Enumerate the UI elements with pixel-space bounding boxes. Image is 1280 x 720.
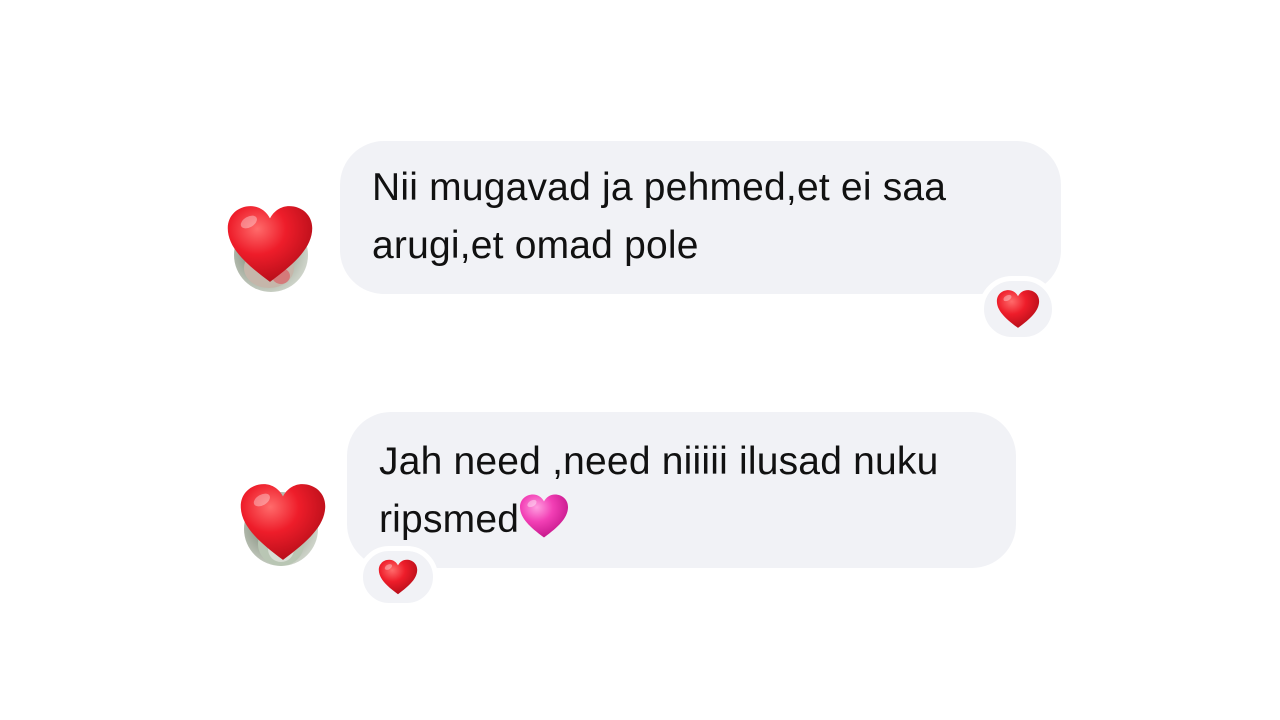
message-bubble[interactable]: Jah need ,need niiiii ilusad nuku ripsme… <box>347 412 1016 568</box>
red-heart-icon <box>378 559 418 595</box>
message-row: Jah need ,need niiiii ilusad nuku ripsme… <box>0 0 1280 720</box>
chat-screen: Nii mugavad ja pehmed,et ei saa arugi,et… <box>0 0 1280 720</box>
red-heart-icon <box>240 484 326 560</box>
message-text-content: Jah need ,need niiiii ilusad nuku ripsme… <box>379 440 939 541</box>
pink-heart-icon <box>520 494 569 538</box>
reaction-chip[interactable] <box>358 546 438 608</box>
message-text: Jah need ,need niiiii ilusad nuku ripsme… <box>379 433 939 549</box>
